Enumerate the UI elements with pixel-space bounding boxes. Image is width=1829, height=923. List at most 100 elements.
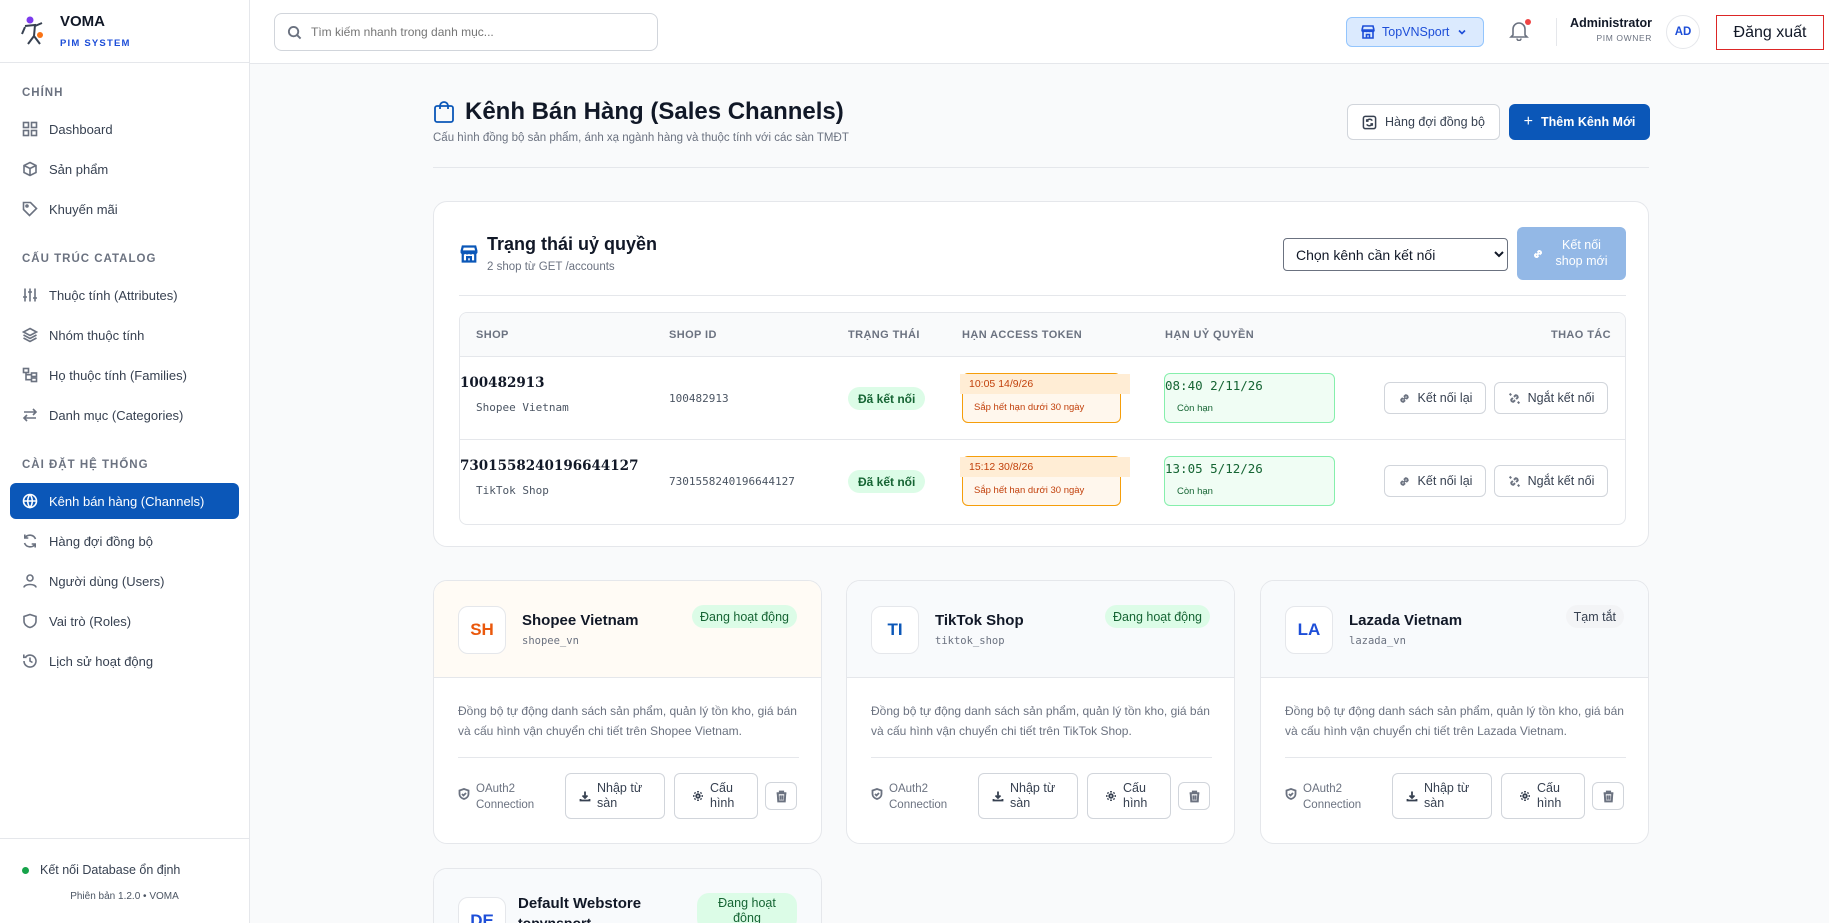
configure-button[interactable]: Cấu hình (674, 773, 758, 819)
sidebar-item-history[interactable]: Lịch sử hoạt động (10, 643, 239, 679)
channel-card-webstore: DE Default Webstore topvnsport Đang hoạt… (433, 868, 822, 923)
gear-icon (1106, 791, 1116, 801)
import-button[interactable]: Nhập từ sàn (1392, 773, 1492, 819)
divider (871, 757, 1212, 758)
sidebar-item-attributes[interactable]: Thuộc tính (Attributes) (10, 277, 239, 313)
sidebar-item-sync-queue[interactable]: Hàng đợi đồng bộ (10, 523, 239, 559)
auth-card-title: Trạng thái uỷ quyền (487, 234, 658, 254)
table-row: 100482913 Shopee Vietnam 100482913 Đã kế… (460, 357, 1625, 440)
add-channel-label: Thêm Kênh Mới (1541, 115, 1636, 129)
sidebar-item-users[interactable]: Người dùng (Users) (10, 563, 239, 599)
tenant-name: TopVNSport (1382, 25, 1450, 39)
channel-code: tiktok_shop (935, 635, 1005, 647)
sidebar-item-categories[interactable]: Danh mục (Categories) (10, 397, 239, 433)
disconnect-button[interactable]: Ngắt kết nối (1494, 382, 1608, 414)
channel-card-lazada: LA Lazada Vietnam lazada_vn Tạm tắt Đồng… (1260, 580, 1649, 844)
sidebar-item-label: Khuyến mãi (49, 201, 118, 217)
chevron-down-icon (1458, 29, 1466, 35)
configure-button[interactable]: Cấu hình (1501, 773, 1585, 819)
sidebar-item-label: Danh mục (Categories) (49, 407, 184, 423)
shop-name: 7301558240196644127 (460, 458, 639, 474)
configure-button[interactable]: Cấu hình (1087, 773, 1171, 819)
brand[interactable]: VOMA PIM SYSTEM (0, 0, 249, 63)
table-row: 7301558240196644127 TikTok Shop 73015582… (460, 440, 1625, 523)
reconnect-button[interactable]: Kết nối lại (1384, 382, 1486, 414)
authorization-expiry: 08:40 2/11/26 Còn hạn (1164, 373, 1335, 423)
shield-check-icon (458, 788, 470, 800)
sidebar-item-attribute-groups[interactable]: Nhóm thuộc tính (10, 317, 239, 353)
token-expiry: 10:05 14/9/26 Sắp hết hạn dưới 30 ngày (960, 373, 1130, 423)
refresh-icon (23, 534, 37, 548)
import-label: Nhập từ sàn (597, 781, 643, 810)
channel-name: Shopee Vietnam (522, 612, 639, 629)
shopping-bag-icon (434, 101, 454, 123)
connect-shop-label: Kết nối shop mới (1555, 237, 1608, 268)
sync-queue-label: Hàng đợi đồng bộ (1385, 115, 1485, 129)
add-channel-button[interactable]: + Thêm Kênh Mới (1509, 104, 1650, 140)
sidebar-item-label: Thuộc tính (Attributes) (49, 287, 178, 303)
trash-icon (1189, 790, 1199, 802)
status-dot (22, 866, 29, 874)
sidebar-footer: Kết nối Database ổn định Phiên bản 1.2.0… (0, 838, 249, 923)
store-icon (1361, 25, 1375, 39)
gear-icon (1520, 791, 1530, 801)
import-button[interactable]: Nhập từ sàn (565, 773, 665, 819)
arrows-icon (22, 408, 38, 422)
search-input[interactable] (311, 25, 641, 39)
channel-name: Default Webstore (518, 895, 642, 912)
tenant-switcher[interactable]: TopVNSport (1346, 17, 1484, 47)
shop-id: 100482913 (669, 392, 729, 405)
delete-button[interactable] (1592, 782, 1624, 810)
column-header: SHOP ID (669, 329, 717, 341)
sidebar-item-label: Người dùng (Users) (49, 573, 165, 589)
auth-expiry-note: Còn hạn (1177, 486, 1213, 497)
token-expiry-time: 10:05 14/9/26 (969, 378, 1034, 390)
topbar: TopVNSport Administrator PIM OWNER AD Đă… (250, 0, 1829, 64)
hierarchy-icon (22, 367, 38, 383)
user-info: Administrator PIM OWNER (1570, 16, 1652, 43)
configure-label: Cấu hình (1537, 781, 1562, 810)
auth-expiry-time: 13:05 5/12/26 (1165, 461, 1263, 476)
sync-queue-button[interactable]: Hàng đợi đồng bộ (1347, 104, 1500, 140)
channel-code: shopee_vn (522, 635, 579, 647)
delete-button[interactable] (765, 782, 797, 810)
authorization-card: Trạng thái uỷ quyền 2 shop từ GET /accou… (433, 201, 1649, 547)
token-expiry-note: Sắp hết hạn dưới 30 ngày (974, 402, 1085, 413)
channel-logo: LA (1285, 606, 1333, 654)
brand-name: VOMA (60, 13, 105, 30)
notification-button[interactable] (1508, 19, 1532, 43)
logout-button[interactable]: Đăng xuất (1716, 15, 1824, 50)
sidebar-item-dashboard[interactable]: Dashboard (10, 111, 239, 147)
reconnect-button[interactable]: Kết nối lại (1384, 465, 1486, 497)
nav-section-title: CÀI ĐẶT HỆ THỐNG (22, 459, 149, 471)
oauth-label: OAuth2 Connection (1285, 781, 1365, 813)
oauth-label: OAuth2 Connection (458, 781, 538, 813)
search-box[interactable] (274, 13, 658, 51)
db-status-text: Kết nối Database ổn định (40, 863, 181, 877)
column-header: THAO TÁC (1550, 329, 1611, 341)
download-icon (992, 791, 1004, 802)
sidebar-item-promotions[interactable]: Khuyến mãi (10, 191, 239, 227)
import-button[interactable]: Nhập từ sàn (978, 773, 1078, 819)
disconnect-button[interactable]: Ngắt kết nối (1494, 465, 1608, 497)
import-label: Nhập từ sàn (1424, 781, 1470, 810)
avatar[interactable]: AD (1666, 15, 1700, 49)
sidebar-item-label: Nhóm thuộc tính (49, 327, 145, 343)
sidebar-item-channels[interactable]: Kênh bán hàng (Channels) (10, 483, 239, 519)
sidebar-item-label: Họ thuộc tính (Families) (49, 367, 187, 383)
sidebar-item-label: Lịch sử hoạt động (49, 653, 154, 669)
gear-icon (693, 791, 703, 801)
channel-description: Đồng bộ tự động danh sách sản phẩm, quản… (1285, 704, 1624, 738)
delete-button[interactable] (1178, 782, 1210, 810)
channel-logo: SH (458, 606, 506, 654)
connect-shop-button[interactable]: Kết nối shop mới (1517, 227, 1626, 280)
channel-card-shopee: SH Shopee Vietnam shopee_vn Đang hoạt độ… (433, 580, 822, 844)
db-status: Kết nối Database ổn định (0, 839, 249, 877)
channel-select[interactable]: Chọn kênh cần kết nối (1283, 238, 1508, 271)
shield-icon (23, 613, 37, 629)
page-title-text: Kênh Bán Hàng (Sales Channels) (465, 98, 844, 125)
token-expiry-note: Sắp hết hạn dưới 30 ngày (974, 485, 1085, 496)
sidebar-item-roles[interactable]: Vai trò (Roles) (10, 603, 239, 639)
sidebar-item-products[interactable]: Sản phẩm (10, 151, 239, 187)
sidebar-item-families[interactable]: Họ thuộc tính (Families) (10, 357, 239, 393)
